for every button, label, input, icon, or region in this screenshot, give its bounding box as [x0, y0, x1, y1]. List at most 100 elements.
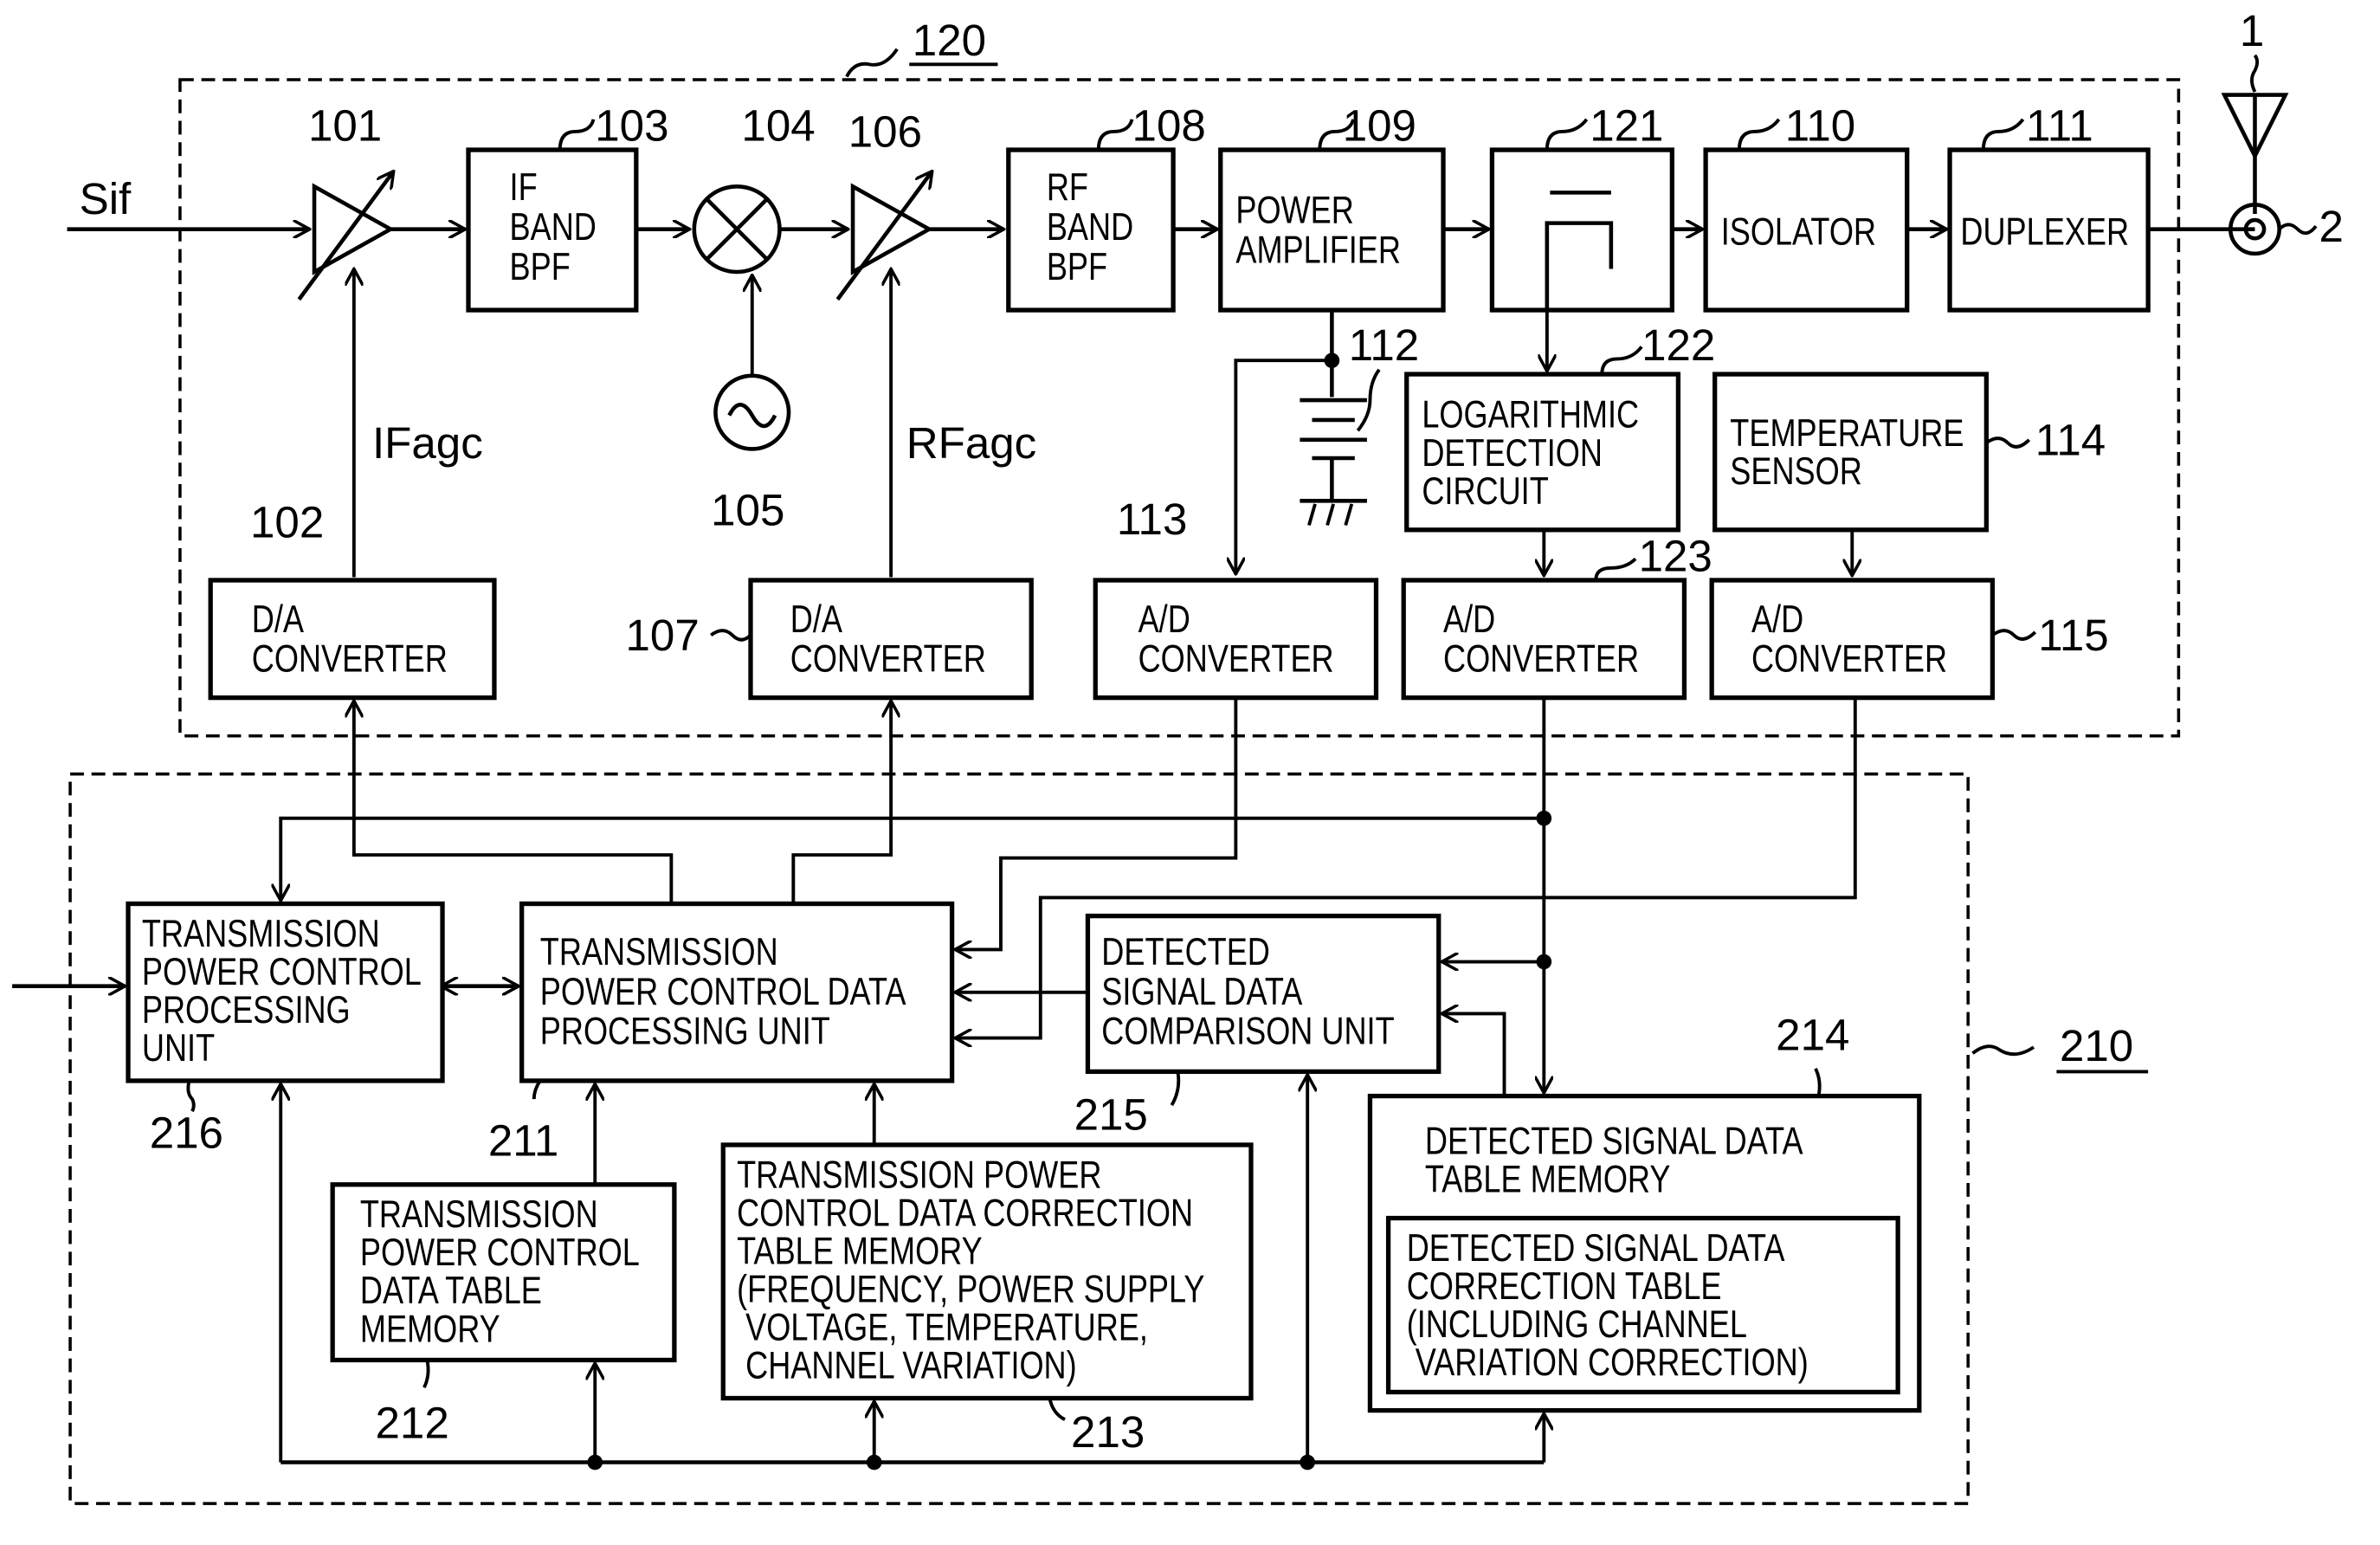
b109-line-1: AMPLIFIER — [1235, 229, 1401, 271]
ref-101: 101 — [308, 100, 382, 150]
b108-line-1: BAND — [1047, 206, 1133, 249]
b113-line-0: A/D — [1138, 598, 1190, 641]
b211-line-0: TRANSMISSION — [540, 931, 778, 973]
b212-line-3: MEMORY — [360, 1308, 500, 1350]
b211-line-1: POWER CONTROL DATA — [540, 970, 906, 1012]
b103-line-2: BPF — [510, 245, 571, 288]
b214-inner-line-3: VARIATION CORRECTION) — [1407, 1341, 1809, 1384]
b111-line-0: DUPLEXER — [1960, 210, 2129, 253]
ref-114: 114 — [2035, 415, 2106, 464]
junction-dot — [1536, 811, 1552, 826]
b214-inner-line-1: CORRECTION TABLE — [1407, 1265, 1722, 1308]
ref-120: 120 — [913, 16, 986, 65]
leader-211 — [532, 1079, 542, 1100]
b122-line-2: CIRCUIT — [1422, 469, 1548, 512]
b213-line-3: (FREQUENCY, POWER SUPPLY — [737, 1268, 1204, 1310]
ref-104: 104 — [741, 100, 815, 150]
leader-108 — [1096, 119, 1134, 151]
battery-112 — [1300, 398, 1367, 500]
b122-line-1: DETECTION — [1422, 431, 1603, 474]
ref-113: 113 — [1117, 495, 1187, 544]
sine-wave-icon — [727, 403, 777, 429]
b103-line-1: BAND — [510, 206, 597, 249]
b123-line-0: A/D — [1443, 598, 1495, 641]
b215-line-1: SIGNAL DATA — [1101, 970, 1302, 1012]
variable-amplifier-106 — [835, 171, 932, 301]
leader-103 — [558, 119, 596, 151]
ref-211: 211 — [488, 1115, 558, 1165]
b216-line-1: POWER CONTROL — [142, 951, 422, 993]
b108-line-0: RF — [1047, 166, 1088, 209]
wire-214-215 — [1442, 1013, 1506, 1096]
leader-214 — [1814, 1067, 1822, 1096]
b214-inner-line-2: (INCLUDING CHANNEL — [1407, 1303, 1747, 1346]
signal-sif: Sif — [80, 174, 132, 223]
b214-line-1: TABLE MEMORY — [1425, 1158, 1671, 1200]
b213-line-0: TRANSMISSION POWER — [737, 1154, 1101, 1196]
b123-line-1: CONVERTER — [1443, 637, 1639, 680]
b212-line-0: TRANSMISSION — [360, 1193, 598, 1236]
b214-inner-line-0: DETECTED SIGNAL DATA — [1407, 1227, 1785, 1270]
b115-line-1: CONVERTER — [1751, 637, 1947, 680]
b115-line-0: A/D — [1751, 598, 1803, 641]
ref-216: 216 — [150, 1108, 223, 1157]
junction-dot — [1536, 954, 1552, 970]
leader-111 — [1981, 118, 2025, 151]
b114-line-0: TEMPERATURE — [1730, 412, 1964, 455]
leader-110 — [1737, 118, 1781, 151]
b214-line-0: DETECTED SIGNAL DATA — [1425, 1120, 1803, 1162]
ref-212: 212 — [375, 1398, 448, 1447]
ref-123: 123 — [1639, 531, 1712, 580]
b113-line-1: CONVERTER — [1138, 637, 1334, 680]
ref-111: 111 — [2026, 100, 2093, 150]
leader-123 — [1594, 557, 1637, 581]
leader-212 — [422, 1360, 430, 1389]
antenna-icon — [2221, 93, 2289, 215]
wire-123-216 — [281, 816, 1545, 901]
block-diagram: 120 210 Sif 101 IF BAND BPF 103 104 105 … — [12, 6, 2344, 1505]
wire-211-102 — [354, 701, 674, 904]
leader-216 — [186, 1080, 196, 1113]
b107-line-0: D/A — [790, 598, 842, 641]
b215-line-0: DETECTED — [1101, 931, 1270, 973]
leader-2 — [2278, 223, 2318, 236]
ref-214: 214 — [1776, 1011, 1849, 1060]
b107-line-1: CONVERTER — [790, 637, 986, 680]
ref-108: 108 — [1132, 100, 1206, 150]
ref-1: 1 — [2240, 6, 2264, 55]
ref-2: 2 — [2319, 202, 2344, 251]
junction-dot — [1300, 1454, 1315, 1471]
b216-line-2: PROCESSING — [142, 989, 351, 1031]
leader-115 — [1991, 629, 2037, 641]
ref-106: 106 — [848, 107, 922, 157]
ref-122: 122 — [1641, 320, 1715, 370]
b102-line-1: CONVERTER — [252, 637, 448, 680]
leader-120 — [845, 48, 899, 78]
ref-102: 102 — [250, 498, 324, 547]
b213-line-5: CHANNEL VARIATION) — [737, 1344, 1077, 1387]
b122-line-0: LOGARITHMIC — [1422, 393, 1639, 436]
b103-line-0: IF — [510, 166, 538, 209]
ref-215: 215 — [1074, 1089, 1148, 1139]
ground-icon — [1300, 499, 1367, 527]
b213-line-4: VOLTAGE, TEMPERATURE, — [737, 1306, 1148, 1348]
leader-215 — [1170, 1071, 1181, 1107]
ref-107: 107 — [625, 611, 699, 660]
ref-121: 121 — [1590, 100, 1663, 150]
leader-122 — [1600, 346, 1643, 375]
b108-line-2: BPF — [1047, 245, 1107, 288]
ref-110: 110 — [1785, 100, 1855, 150]
b109-line-0: POWER — [1235, 189, 1353, 231]
ref-109: 109 — [1343, 100, 1416, 150]
ref-115: 115 — [2038, 611, 2108, 660]
signal-ifagc: IFagc — [372, 418, 483, 468]
b216-line-3: UNIT — [142, 1027, 215, 1070]
ref-105: 105 — [711, 486, 784, 535]
b110-line-0: ISOLATOR — [1721, 210, 1876, 253]
b212-line-1: POWER CONTROL — [360, 1231, 640, 1274]
signal-rfagc: RFagc — [906, 418, 1037, 468]
b211-line-2: PROCESSING UNIT — [540, 1010, 830, 1052]
leader-213 — [1048, 1398, 1066, 1421]
b216-line-0: TRANSMISSION — [142, 913, 380, 955]
directional-coupler-121 — [1489, 147, 1674, 313]
